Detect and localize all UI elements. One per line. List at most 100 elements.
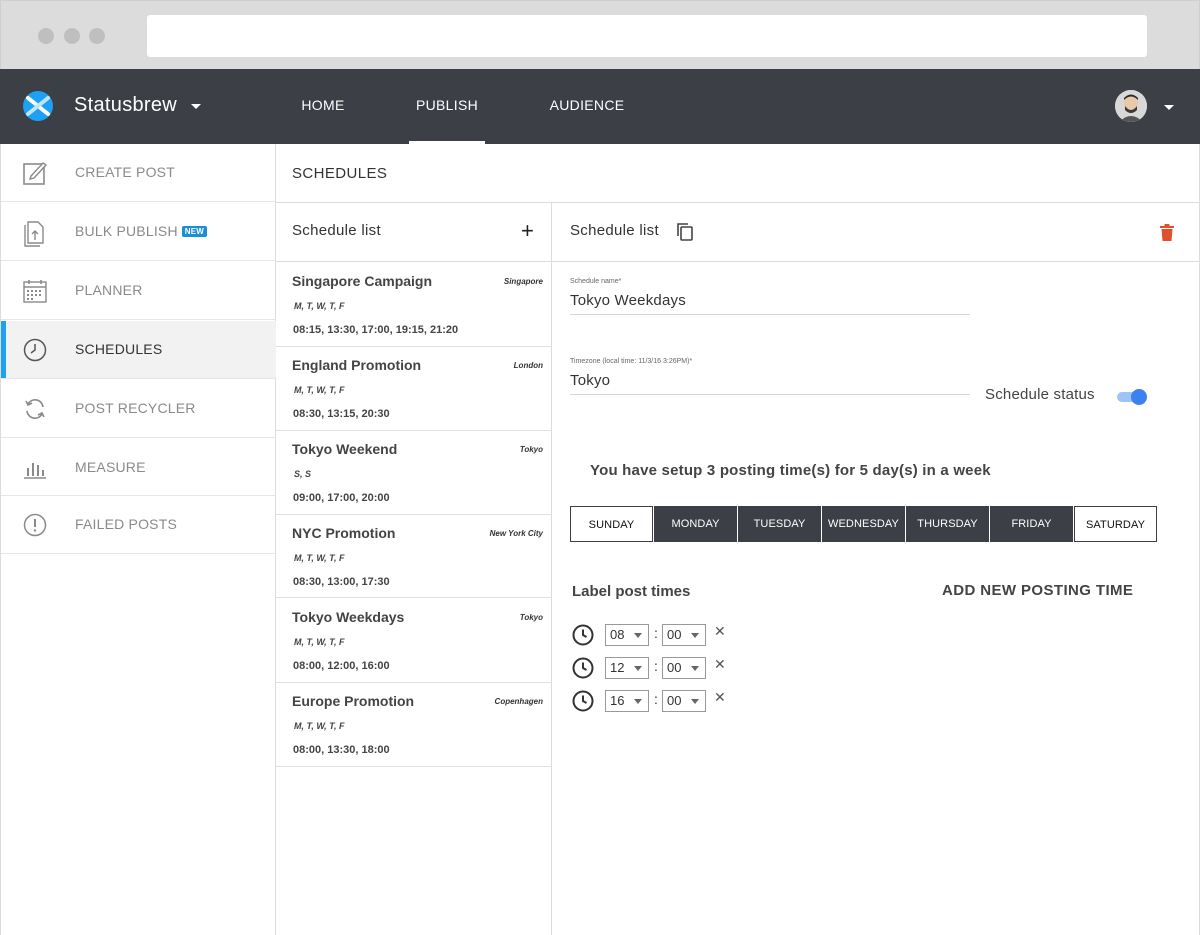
hour-value: 08 bbox=[610, 627, 625, 642]
sidebar-item-label-text: BULK PUBLISH bbox=[75, 223, 178, 239]
window-minimize-dot[interactable] bbox=[64, 28, 80, 44]
clock-icon bbox=[23, 338, 47, 362]
hour-select[interactable]: 08 bbox=[605, 624, 649, 646]
schedule-name: Europe Promotion bbox=[292, 693, 415, 709]
window-maximize-dot[interactable] bbox=[89, 28, 105, 44]
schedule-timezone: Tokyo bbox=[519, 445, 543, 454]
schedule-status-toggle[interactable] bbox=[1117, 389, 1147, 405]
main-header: SCHEDULES bbox=[276, 144, 1200, 203]
schedule-detail-panel: Schedule list Schedule name* Tokyo Weekd… bbox=[552, 203, 1200, 935]
remove-time-close-icon[interactable]: ✕ bbox=[714, 689, 726, 706]
clock-icon bbox=[572, 690, 594, 712]
statusbrew-logo-icon bbox=[23, 91, 53, 121]
day-selector: SUNDAY MONDAY TUESDAY WEDNESDAY THURSDAY… bbox=[570, 506, 1158, 542]
toggle-knob bbox=[1131, 389, 1147, 405]
account-chevron-down-icon[interactable] bbox=[1164, 105, 1174, 110]
page-title: SCHEDULES bbox=[292, 165, 388, 182]
minute-value: 00 bbox=[667, 693, 682, 708]
alert-icon bbox=[23, 513, 47, 537]
schedule-list-item[interactable]: Singapore Campaign Singapore M, T, W, T,… bbox=[276, 263, 551, 347]
schedule-name: Tokyo Weekend bbox=[292, 441, 398, 457]
schedule-timezone: Tokyo bbox=[519, 613, 543, 622]
schedule-timezone: Singapore bbox=[503, 277, 543, 286]
hour-value: 12 bbox=[610, 660, 625, 675]
sidebar: CREATE POST BULK PUBLISH NEW PLANNER SCHE… bbox=[0, 144, 276, 935]
day-friday[interactable]: FRIDAY bbox=[990, 506, 1073, 542]
window-close-dot[interactable] bbox=[38, 28, 54, 44]
minute-value: 00 bbox=[667, 660, 682, 675]
schedule-list-item[interactable]: Europe Promotion Copenhagen M, T, W, T, … bbox=[276, 683, 551, 767]
add-schedule-button[interactable]: + bbox=[521, 218, 534, 244]
sidebar-item-post-recycler[interactable]: POST RECYCLER bbox=[1, 380, 276, 438]
schedule-days: M, T, W, T, F bbox=[294, 721, 345, 731]
minute-value: 00 bbox=[667, 627, 682, 642]
schedule-list-item[interactable]: NYC Promotion New York City M, T, W, T, … bbox=[276, 515, 551, 598]
day-tuesday[interactable]: TUESDAY bbox=[738, 506, 821, 542]
schedule-name-input[interactable]: Tokyo Weekdays bbox=[570, 292, 686, 309]
hour-select[interactable]: 16 bbox=[605, 690, 649, 712]
minute-select[interactable]: 00 bbox=[662, 657, 706, 679]
schedule-timezone: London bbox=[513, 361, 543, 370]
time-colon: : bbox=[654, 658, 658, 674]
hour-select[interactable]: 12 bbox=[605, 657, 649, 679]
schedule-times: 09:00, 17:00, 20:00 bbox=[293, 492, 390, 504]
upload-files-icon bbox=[24, 221, 44, 247]
recycle-icon bbox=[25, 399, 45, 419]
user-avatar[interactable] bbox=[1115, 90, 1147, 122]
nav-tab-audience[interactable]: AUDIENCE bbox=[540, 69, 634, 144]
brand-chevron-down-icon[interactable] bbox=[191, 104, 201, 109]
sidebar-item-failed-posts[interactable]: FAILED POSTS bbox=[1, 496, 276, 554]
schedule-times: 08:30, 13:00, 17:30 bbox=[293, 576, 390, 588]
clock-icon bbox=[572, 624, 594, 646]
schedule-list-panel: Schedule list + Singapore Campaign Singa… bbox=[276, 203, 552, 935]
minute-select[interactable]: 00 bbox=[662, 624, 706, 646]
schedule-times: 08:00, 13:30, 18:00 bbox=[293, 744, 390, 756]
schedule-list-item[interactable]: England Promotion London M, T, W, T, F 0… bbox=[276, 347, 551, 431]
sidebar-item-planner[interactable]: PLANNER bbox=[1, 262, 276, 320]
address-bar[interactable] bbox=[147, 15, 1147, 57]
schedule-timezone: Copenhagen bbox=[494, 697, 543, 706]
day-monday[interactable]: MONDAY bbox=[654, 506, 737, 542]
hour-value: 16 bbox=[610, 693, 625, 708]
sidebar-item-label: CREATE POST bbox=[75, 164, 175, 180]
day-wednesday[interactable]: WEDNESDAY bbox=[822, 506, 905, 542]
minute-select[interactable]: 00 bbox=[662, 690, 706, 712]
sidebar-item-measure[interactable]: MEASURE bbox=[1, 439, 276, 496]
delete-trash-icon[interactable] bbox=[1160, 224, 1174, 241]
posting-summary: You have setup 3 posting time(s) for 5 d… bbox=[590, 462, 991, 479]
schedule-list-title: Schedule list bbox=[292, 222, 381, 239]
sidebar-item-label: SCHEDULES bbox=[75, 341, 163, 357]
copy-icon[interactable] bbox=[676, 222, 694, 242]
day-saturday[interactable]: SATURDAY bbox=[1074, 506, 1157, 542]
schedule-days: M, T, W, T, F bbox=[294, 637, 345, 647]
schedule-name: England Promotion bbox=[292, 357, 422, 373]
browser-chrome bbox=[0, 0, 1200, 69]
schedule-name: Singapore Campaign bbox=[292, 273, 433, 289]
schedule-list-item[interactable]: Tokyo Weekend Tokyo S, S 09:00, 17:00, 2… bbox=[276, 431, 551, 515]
schedule-list-item[interactable]: Tokyo Weekdays Tokyo M, T, W, T, F 08:00… bbox=[276, 599, 551, 683]
schedule-name-underline bbox=[570, 314, 970, 315]
nav-tab-home[interactable]: HOME bbox=[290, 69, 356, 144]
schedule-days: M, T, W, T, F bbox=[294, 385, 345, 395]
sidebar-item-label: MEASURE bbox=[75, 459, 146, 475]
schedule-detail-title: Schedule list bbox=[570, 222, 659, 239]
brand-name[interactable]: Statusbrew bbox=[74, 94, 177, 117]
sidebar-item-create-post[interactable]: CREATE POST bbox=[1, 144, 276, 202]
schedule-times: 08:30, 13:15, 20:30 bbox=[293, 408, 390, 420]
schedule-days: S, S bbox=[294, 469, 312, 479]
remove-time-close-icon[interactable]: ✕ bbox=[714, 623, 726, 640]
posting-time-row: 12 : 00 ✕ bbox=[572, 656, 772, 679]
sidebar-item-schedules[interactable]: SCHEDULES bbox=[1, 321, 276, 379]
timezone-label: Timezone (local time: 11/3/16 3:26PM)* bbox=[570, 358, 693, 365]
sidebar-item-bulk-publish[interactable]: BULK PUBLISH NEW bbox=[1, 203, 276, 261]
nav-tab-publish[interactable]: PUBLISH bbox=[409, 69, 485, 144]
avatar-person-icon bbox=[1115, 90, 1147, 122]
remove-time-close-icon[interactable]: ✕ bbox=[714, 656, 726, 673]
timezone-input[interactable]: Tokyo bbox=[570, 372, 610, 389]
day-thursday[interactable]: THURSDAY bbox=[906, 506, 989, 542]
new-badge: NEW bbox=[181, 225, 208, 237]
chevron-down-icon bbox=[634, 666, 642, 671]
add-new-posting-time-button[interactable]: ADD NEW POSTING TIME bbox=[942, 582, 1133, 599]
bar-chart-icon bbox=[24, 463, 46, 479]
day-sunday[interactable]: SUNDAY bbox=[570, 506, 653, 542]
